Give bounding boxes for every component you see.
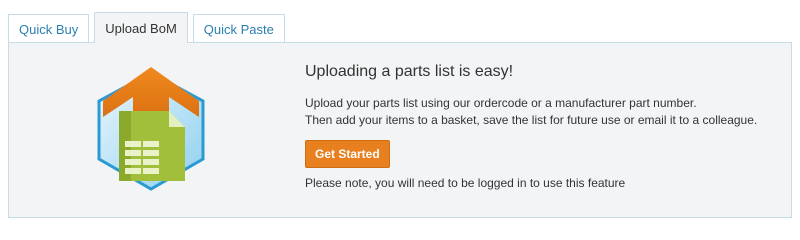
tab-bar: Quick Buy Upload BoM Quick Paste bbox=[8, 12, 290, 43]
description-line-2: Then add your items to a basket, save th… bbox=[305, 113, 758, 127]
tab-quick-paste[interactable]: Quick Paste bbox=[192, 14, 285, 43]
tab-upload-bom[interactable]: Upload BoM bbox=[94, 12, 188, 43]
upload-bom-content: Uploading a parts list is easy! Upload y… bbox=[305, 63, 775, 190]
tab-quick-buy[interactable]: Quick Buy bbox=[8, 14, 90, 43]
get-started-button[interactable]: Get Started bbox=[305, 140, 390, 168]
description-line-1: Upload your parts list using our orderco… bbox=[305, 96, 697, 110]
panel-title: Uploading a parts list is easy! bbox=[305, 63, 514, 80]
login-note: Please note, you will need to be logged … bbox=[305, 176, 626, 190]
panel-description: Upload your parts list using our orderco… bbox=[305, 95, 775, 129]
upload-bom-panel: Uploading a parts list is easy! Upload y… bbox=[8, 42, 792, 218]
upload-spreadsheet-icon bbox=[97, 67, 205, 191]
